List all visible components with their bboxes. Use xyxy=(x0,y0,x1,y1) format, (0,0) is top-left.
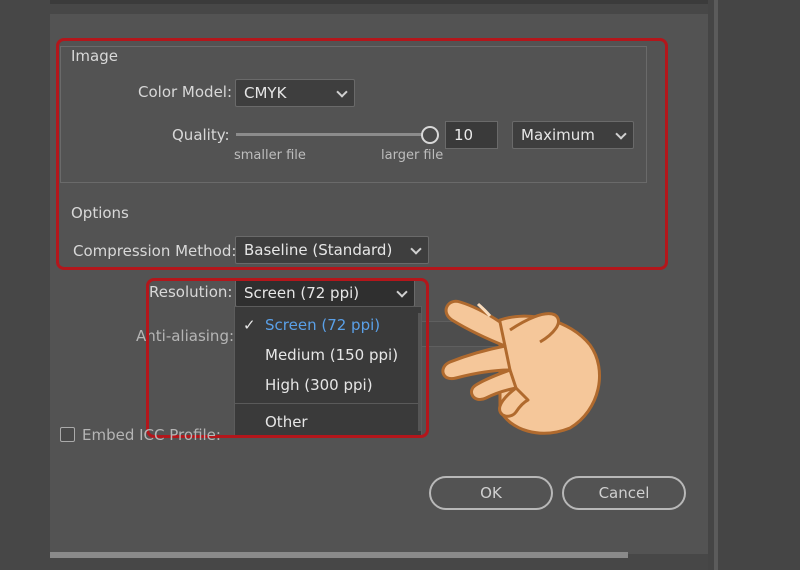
highlight-image-options xyxy=(56,38,668,270)
pointing-hand-icon xyxy=(441,299,602,435)
background-panel xyxy=(708,0,800,570)
highlight-resolution xyxy=(146,278,429,438)
ok-button[interactable]: OK xyxy=(429,476,553,510)
embed-icc-checkbox[interactable] xyxy=(60,427,75,442)
embed-icc-label: Embed ICC Profile: xyxy=(82,426,221,444)
cancel-button[interactable]: Cancel xyxy=(562,476,686,510)
dialog-edge xyxy=(714,0,718,570)
horizontal-scrollbar[interactable] xyxy=(50,552,628,558)
title-strip xyxy=(50,0,708,4)
